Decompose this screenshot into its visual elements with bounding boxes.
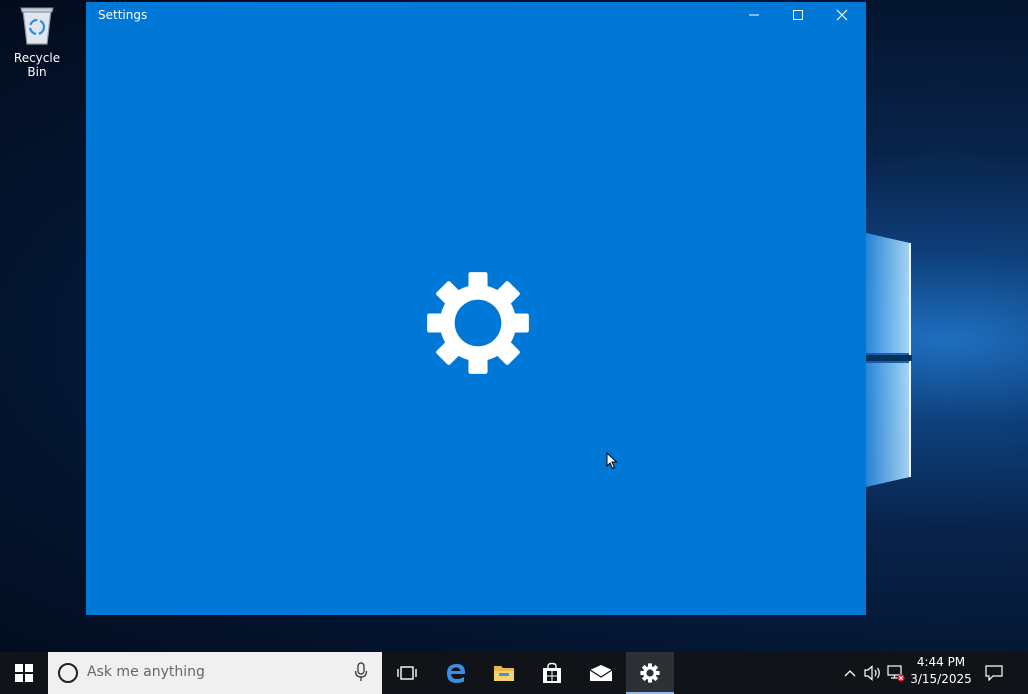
action-center-button[interactable] <box>978 652 1010 694</box>
tray-volume[interactable] <box>862 652 884 694</box>
window-title: Settings <box>98 8 148 22</box>
network-disconnected-icon <box>887 665 905 682</box>
gear-icon <box>427 272 529 374</box>
taskbar-app-edge[interactable] <box>432 652 480 694</box>
close-icon <box>836 9 848 21</box>
title-bar[interactable]: Settings <box>86 2 866 28</box>
chevron-up-icon <box>844 670 856 677</box>
desktop-icon-recycle-bin[interactable]: Recycle Bin <box>4 4 70 79</box>
cortana-icon <box>58 663 78 683</box>
windows-start-icon <box>15 664 33 682</box>
desktop: Recycle Bin Settings <box>0 0 1028 652</box>
mail-icon <box>589 665 613 681</box>
windows-wallpaper-logo <box>866 233 912 487</box>
taskbar-app-mail[interactable] <box>577 652 625 694</box>
microphone-icon[interactable] <box>354 662 368 682</box>
minimize-icon <box>749 14 759 16</box>
taskbar-app-file-explorer[interactable] <box>480 652 528 694</box>
store-icon <box>543 662 561 683</box>
tray-show-hidden-icons[interactable] <box>840 652 860 694</box>
close-button[interactable] <box>820 2 864 28</box>
search-placeholder: Ask me anything <box>87 664 205 680</box>
settings-window[interactable]: Settings <box>86 2 866 615</box>
volume-icon <box>864 665 880 681</box>
recycle-bin-icon <box>20 7 54 45</box>
taskbar-app-settings[interactable] <box>626 652 674 694</box>
edge-icon <box>447 664 466 683</box>
mouse-cursor-icon <box>606 452 618 470</box>
clock-date: 3/15/2025 <box>910 672 972 686</box>
gear-icon <box>640 663 660 683</box>
folder-icon <box>494 666 514 681</box>
taskbar-app-store[interactable] <box>528 652 576 694</box>
clock-time: 4:44 PM <box>916 655 966 669</box>
desktop-icon-label: Recycle Bin <box>13 51 61 79</box>
search-box[interactable]: Ask me anything <box>48 652 382 694</box>
maximize-button[interactable] <box>776 2 820 28</box>
tray-network[interactable] <box>885 652 907 694</box>
action-center-icon <box>985 665 1003 681</box>
taskbar-app-task-view[interactable] <box>383 652 431 694</box>
start-button[interactable] <box>0 652 48 694</box>
task-view-icon <box>397 666 417 680</box>
minimize-button[interactable] <box>732 2 776 28</box>
maximize-icon <box>793 10 803 20</box>
taskbar: Ask me anything 4:44 PM 3/15/2025 <box>0 652 1028 694</box>
tray-clock[interactable]: 4:44 PM 3/15/2025 <box>907 652 975 694</box>
